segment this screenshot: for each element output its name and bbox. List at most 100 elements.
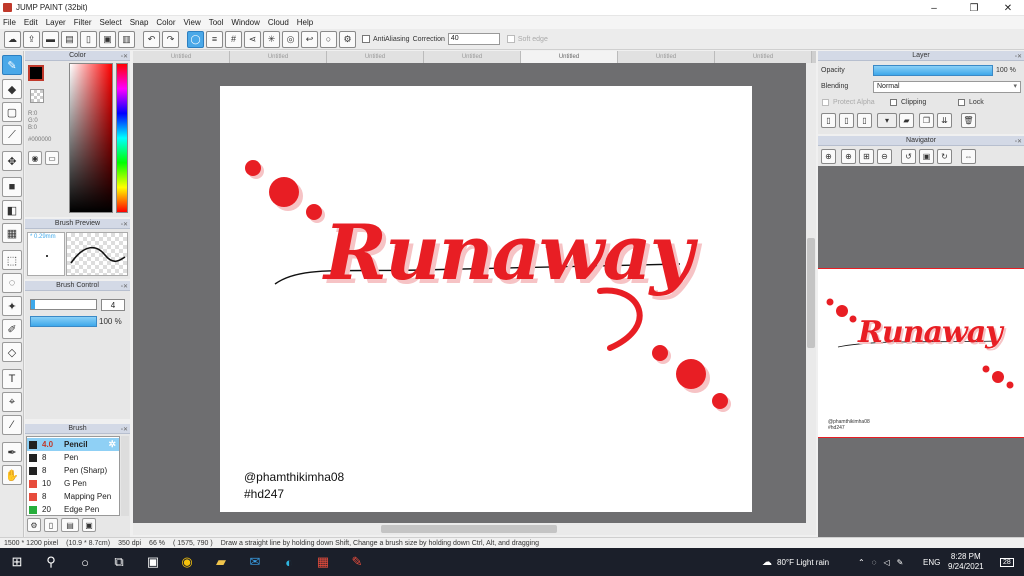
export-icon[interactable]: ▥ [118, 30, 135, 48]
deselect-icon[interactable]: ◯ [187, 30, 204, 48]
grid-icon[interactable]: # [225, 30, 242, 48]
curve-icon[interactable]: ↩ [301, 30, 318, 48]
tab-untitled-7[interactable]: Untitled [715, 51, 812, 63]
zoom-in-icon[interactable]: ⊕ [821, 149, 836, 164]
move-tool-icon[interactable]: ✥ [2, 151, 22, 171]
tab-untitled-6[interactable]: Untitled [618, 51, 715, 63]
minimize-button[interactable]: – [916, 0, 952, 16]
new-vector-layer-icon[interactable]: ▯ [839, 113, 854, 128]
navigator-preview[interactable]: Runaway @phamthikimha08 #hd247 [818, 268, 1024, 438]
drawing-canvas[interactable]: Runaway @phamthikimha08 #hd247 [220, 86, 752, 512]
protect-alpha-checkbox[interactable] [822, 99, 829, 106]
select-rect-tool-icon[interactable]: ⬚ [2, 250, 22, 270]
concentric-icon[interactable]: ◎ [282, 30, 299, 48]
tab-untitled-5[interactable]: Untitled [521, 51, 618, 63]
blending-select[interactable]: Normal ▾ [873, 81, 1021, 93]
eyedropper-tool-icon[interactable]: ✒ [2, 442, 22, 462]
canvas-workspace[interactable]: Runaway @phamthikimha08 #hd247 [133, 63, 806, 523]
weather-widget[interactable]: ☁ 80°F Light rain [762, 548, 829, 576]
save-icon[interactable]: ▣ [99, 30, 116, 48]
restore-button[interactable]: ❐ [956, 0, 992, 16]
menu-edit[interactable]: Edit [24, 18, 38, 27]
brush-item-pencil[interactable]: 4.0 Pencil ✲ [27, 438, 119, 451]
comment-icon[interactable]: ▬ [42, 30, 59, 48]
circle-snap-icon[interactable]: ○ [320, 30, 337, 48]
delete-brush-icon[interactable]: ▣ [82, 518, 96, 532]
menu-help[interactable]: Help [297, 18, 313, 27]
layer-type-dropdown[interactable]: ▾ [877, 113, 897, 128]
paint-app-icon[interactable]: ✎ [340, 548, 374, 576]
folder-icon[interactable]: ▰ [899, 113, 914, 128]
close-button[interactable]: ✕ [990, 0, 1024, 16]
transparent-color-swatch[interactable] [30, 89, 44, 103]
select-eraser-tool-icon[interactable]: ◇ [2, 342, 22, 362]
brush-item-edge-pen[interactable]: 20 Edge Pen [27, 503, 119, 516]
menu-window[interactable]: Window [231, 18, 259, 27]
network-icon[interactable]: ◌ [872, 558, 877, 567]
brush-list-scrollbar[interactable] [121, 436, 129, 516]
radial-icon[interactable]: ✳ [263, 30, 280, 48]
lock-checkbox[interactable] [958, 99, 965, 106]
layer-opacity-slider[interactable] [873, 65, 993, 76]
horizontal-scrollbar[interactable] [133, 523, 816, 535]
brush-size-slider[interactable] [30, 299, 97, 310]
brush-menu-icon[interactable]: ▤ [61, 518, 79, 532]
brush-item-g-pen[interactable]: 10 G Pen [27, 477, 119, 490]
lasso-tool-icon[interactable]: ◌ [2, 273, 22, 293]
magic-wand-tool-icon[interactable]: ✦ [2, 296, 22, 316]
tab-untitled-2[interactable]: Untitled [230, 51, 327, 63]
merge-layer-icon[interactable]: ⇊ [937, 113, 952, 128]
edge-icon[interactable]: ◐ [272, 548, 306, 576]
correction-input[interactable]: 40 [447, 33, 500, 45]
menu-view[interactable]: View [184, 18, 201, 27]
menu-layer[interactable]: Layer [46, 18, 66, 27]
antialiasing-checkbox[interactable] [362, 35, 370, 43]
gear-icon[interactable]: ⚙ [339, 30, 356, 48]
hand-tool-icon[interactable]: ✋ [2, 465, 22, 485]
store-icon[interactable]: ▣ [136, 548, 170, 576]
undo-icon[interactable]: ↶ [143, 30, 160, 48]
horizontal-scroll-thumb[interactable] [381, 525, 557, 533]
clock[interactable]: 8:28 PM 9/24/2021 [948, 548, 984, 576]
menu-cloud[interactable]: Cloud [268, 18, 289, 27]
pen-tool-icon[interactable]: ✎ [2, 55, 22, 75]
print-icon[interactable]: ▤ [61, 30, 78, 48]
chevron-up-icon[interactable]: ⌃ [858, 558, 865, 567]
cloud-icon[interactable]: ☁ [4, 30, 21, 48]
eraser-tool-icon[interactable]: ◆ [2, 79, 22, 99]
saturation-value-picker[interactable] [69, 63, 113, 213]
brush-size-value[interactable]: 4 [101, 299, 125, 311]
dropper-tool-icon[interactable]: ⁄ [2, 415, 22, 435]
pen-tray-icon[interactable]: ✎ [897, 558, 904, 567]
menu-file[interactable]: File [3, 18, 16, 27]
flip-icon[interactable]: ⇔ [961, 149, 976, 164]
brush-item-mapping-pen[interactable]: 8 Mapping Pen [27, 490, 119, 503]
vertical-scrollbar[interactable] [806, 63, 816, 523]
perspective-icon[interactable]: ⋖ [244, 30, 261, 48]
tab-untitled-4[interactable]: Untitled [424, 51, 521, 63]
gear-icon[interactable]: ✲ [108, 438, 116, 451]
zoom-out-icon[interactable]: ⊖ [877, 149, 892, 164]
rotate-left-icon[interactable]: ↺ [901, 149, 916, 164]
bucket-tool-icon[interactable]: ◧ [2, 200, 22, 220]
task-view-icon[interactable]: ⧉ [102, 548, 136, 576]
reset-view-icon[interactable]: ▣ [919, 149, 934, 164]
brush-opacity-slider[interactable] [30, 316, 97, 327]
rotate-right-icon[interactable]: ↻ [937, 149, 952, 164]
cortana-icon[interactable]: ○ [68, 548, 102, 576]
new-brush-icon[interactable]: ▯ [44, 518, 58, 532]
line-tool-icon[interactable]: ⟋ [2, 125, 22, 145]
menu-tool[interactable]: Tool [209, 18, 224, 27]
brush-item-pen[interactable]: 8 Pen [27, 451, 119, 464]
hue-slider[interactable] [116, 63, 128, 213]
fit-icon[interactable]: ⊞ [859, 149, 874, 164]
trash-icon[interactable]: 🗑 [961, 113, 976, 128]
file-explorer-icon[interactable]: ▰ [204, 548, 238, 576]
operation-tool-icon[interactable]: ⌖ [2, 392, 22, 412]
text-tool-icon[interactable]: T [2, 369, 22, 389]
duplicate-layer-icon[interactable]: ❐ [919, 113, 934, 128]
zoom-in-alt-icon[interactable]: ⊕ [841, 149, 856, 164]
tab-untitled-1[interactable]: Untitled [133, 51, 230, 63]
brush-item-pen-sharp[interactable]: 8 Pen (Sharp) [27, 464, 119, 477]
search-icon[interactable]: ⚲ [34, 548, 68, 576]
